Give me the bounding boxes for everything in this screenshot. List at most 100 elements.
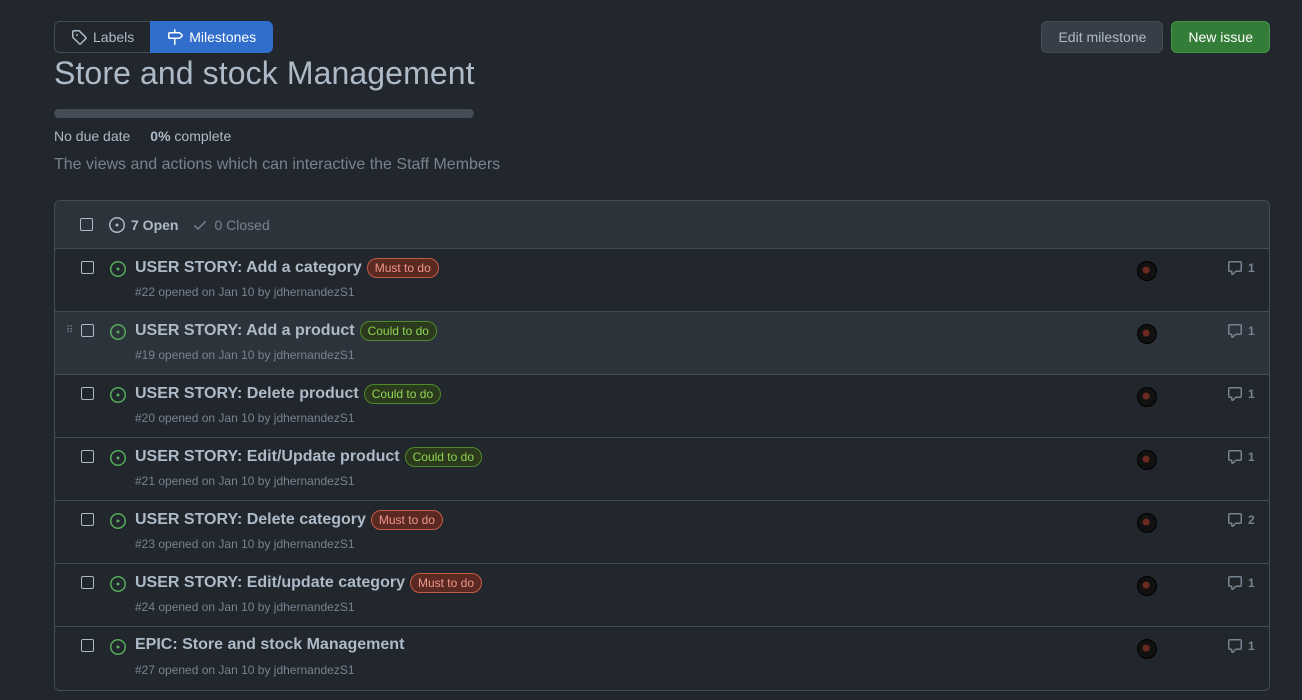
issue-title-line: USER STORY: Add a category Must to do	[135, 258, 439, 278]
issue-row[interactable]: USER STORY: Delete product Could to do #…	[55, 375, 1269, 438]
issue-checkbox[interactable]	[81, 261, 94, 274]
issue-title-link[interactable]: USER STORY: Delete category	[135, 511, 366, 529]
issue-title-link[interactable]: USER STORY: Add a category	[135, 259, 362, 277]
comment-count: 1	[1248, 387, 1255, 401]
assignee-avatar[interactable]	[1137, 513, 1157, 533]
issue-rows: USER STORY: Add a category Must to do #2…	[55, 249, 1269, 690]
edit-milestone-button[interactable]: Edit milestone	[1041, 21, 1164, 53]
assignee-avatar[interactable]	[1137, 450, 1157, 470]
issue-label[interactable]: Must to do	[366, 258, 439, 278]
milestone-meta: No due date 0% complete	[54, 128, 231, 144]
issue-meta: #21 opened on Jan 10 by jdhernandezS1	[135, 474, 355, 488]
issue-row[interactable]: USER STORY: Delete category Must to do #…	[55, 501, 1269, 564]
issue-label[interactable]: Must to do	[370, 510, 443, 530]
issue-checkbox[interactable]	[81, 576, 94, 589]
tag-icon	[72, 30, 87, 45]
labels-tab-label: Labels	[93, 29, 135, 45]
issue-opened-icon	[110, 576, 126, 592]
issue-title-link[interactable]: USER STORY: Delete product	[135, 385, 359, 403]
comment-count: 1	[1248, 639, 1255, 653]
issue-meta: #23 opened on Jan 10 by jdhernandezS1	[135, 537, 355, 551]
completion: 0% complete	[150, 128, 231, 144]
assignee-avatar[interactable]	[1137, 261, 1157, 281]
comments-link[interactable]: 1	[1227, 323, 1255, 339]
issue-meta: #27 opened on Jan 10 by jdhernandezS1	[135, 663, 355, 677]
issue-checkbox[interactable]	[81, 387, 94, 400]
milestones-tab[interactable]: Milestones	[150, 21, 274, 53]
issue-checkbox[interactable]	[81, 324, 94, 337]
check-icon	[194, 220, 207, 230]
comment-icon	[1228, 324, 1242, 338]
comment-icon	[1228, 513, 1242, 527]
issue-row[interactable]: EPIC: Store and stock Management #27 ope…	[55, 627, 1269, 690]
issue-title-line: USER STORY: Add a product Could to do	[135, 321, 437, 341]
issue-title-line: USER STORY: Delete product Could to do	[135, 384, 442, 404]
closed-filter[interactable]: 0 Closed	[192, 216, 270, 233]
issue-label[interactable]: Must to do	[409, 573, 482, 593]
issue-label[interactable]: Could to do	[404, 447, 482, 467]
comment-icon	[1228, 387, 1242, 401]
issue-meta: #20 opened on Jan 10 by jdhernandezS1	[135, 411, 355, 425]
assignee-avatar[interactable]	[1137, 387, 1157, 407]
issue-row[interactable]: ⠿ USER STORY: Add a product Could to do …	[55, 312, 1269, 375]
comments-link[interactable]: 1	[1227, 449, 1255, 465]
open-count: 7 Open	[131, 216, 179, 233]
issue-opened-icon	[110, 639, 126, 655]
issues-list: 7 Open 0 Closed USER STORY: Add a catego…	[54, 200, 1270, 691]
issues-list-header: 7 Open 0 Closed	[55, 201, 1269, 249]
assignee-avatar[interactable]	[1137, 324, 1157, 344]
issue-title-link[interactable]: USER STORY: Add a product	[135, 322, 355, 340]
issue-title-link[interactable]: USER STORY: Edit/update category	[135, 574, 405, 592]
issue-opened-icon	[110, 261, 126, 277]
new-issue-button[interactable]: New issue	[1171, 21, 1270, 53]
closed-count: 0 Closed	[214, 216, 270, 233]
milestone-title: Store and stock Management	[54, 55, 475, 91]
open-filter[interactable]: 7 Open	[109, 216, 179, 233]
issue-row[interactable]: USER STORY: Edit/update category Must to…	[55, 564, 1269, 627]
issue-label[interactable]: Could to do	[359, 321, 437, 341]
select-all-checkbox[interactable]	[80, 218, 93, 231]
comments-link[interactable]: 1	[1227, 386, 1255, 402]
assignee-avatar[interactable]	[1137, 639, 1157, 659]
milestone-progress-bar	[54, 109, 474, 118]
issue-opened-icon	[110, 324, 126, 340]
comments-link[interactable]: 1	[1227, 260, 1255, 276]
issue-checkbox[interactable]	[81, 513, 94, 526]
comment-icon	[1228, 639, 1242, 653]
issue-meta: #22 opened on Jan 10 by jdhernandezS1	[135, 285, 355, 299]
issue-title-link[interactable]: EPIC: Store and stock Management	[135, 636, 404, 654]
issue-opened-icon	[109, 216, 125, 233]
issue-meta: #24 opened on Jan 10 by jdhernandezS1	[135, 600, 355, 614]
assignee-avatar[interactable]	[1137, 576, 1157, 596]
comment-count: 1	[1248, 324, 1255, 338]
milestone-description: The views and actions which can interact…	[54, 156, 501, 173]
issue-opened-icon	[110, 450, 126, 466]
due-date: No due date	[54, 128, 131, 144]
issue-opened-icon	[110, 387, 126, 403]
milestones-tab-label: Milestones	[189, 29, 257, 45]
issue-row[interactable]: USER STORY: Add a category Must to do #2…	[55, 249, 1269, 312]
issue-label[interactable]: Could to do	[363, 384, 442, 404]
comments-link[interactable]: 2	[1227, 512, 1255, 528]
issue-title-line: USER STORY: Edit/update category Must to…	[135, 573, 482, 593]
issue-title-link[interactable]: USER STORY: Edit/Update product	[135, 448, 400, 466]
comment-count: 2	[1248, 513, 1255, 527]
issue-title-line: EPIC: Store and stock Management	[135, 636, 404, 654]
drag-handle-icon[interactable]: ⠿	[66, 326, 73, 336]
issue-title-line: USER STORY: Edit/Update product Could to…	[135, 447, 482, 467]
milestone-page: Labels Milestones Edit milestone New iss…	[0, 0, 1302, 700]
comment-count: 1	[1248, 450, 1255, 464]
milestone-actions: Edit milestone New issue	[1041, 21, 1270, 53]
comment-count: 1	[1248, 576, 1255, 590]
comments-link[interactable]: 1	[1227, 575, 1255, 591]
comments-link[interactable]: 1	[1227, 638, 1255, 654]
labels-milestones-nav: Labels Milestones	[54, 21, 274, 53]
labels-tab[interactable]: Labels	[54, 21, 151, 53]
issue-checkbox[interactable]	[81, 450, 94, 463]
issue-checkbox[interactable]	[81, 639, 94, 652]
completion-percent: 0%	[150, 128, 171, 144]
issue-title-line: USER STORY: Delete category Must to do	[135, 510, 443, 530]
issue-row[interactable]: USER STORY: Edit/Update product Could to…	[55, 438, 1269, 501]
comment-icon	[1228, 576, 1242, 590]
issue-meta: #19 opened on Jan 10 by jdhernandezS1	[135, 348, 355, 362]
